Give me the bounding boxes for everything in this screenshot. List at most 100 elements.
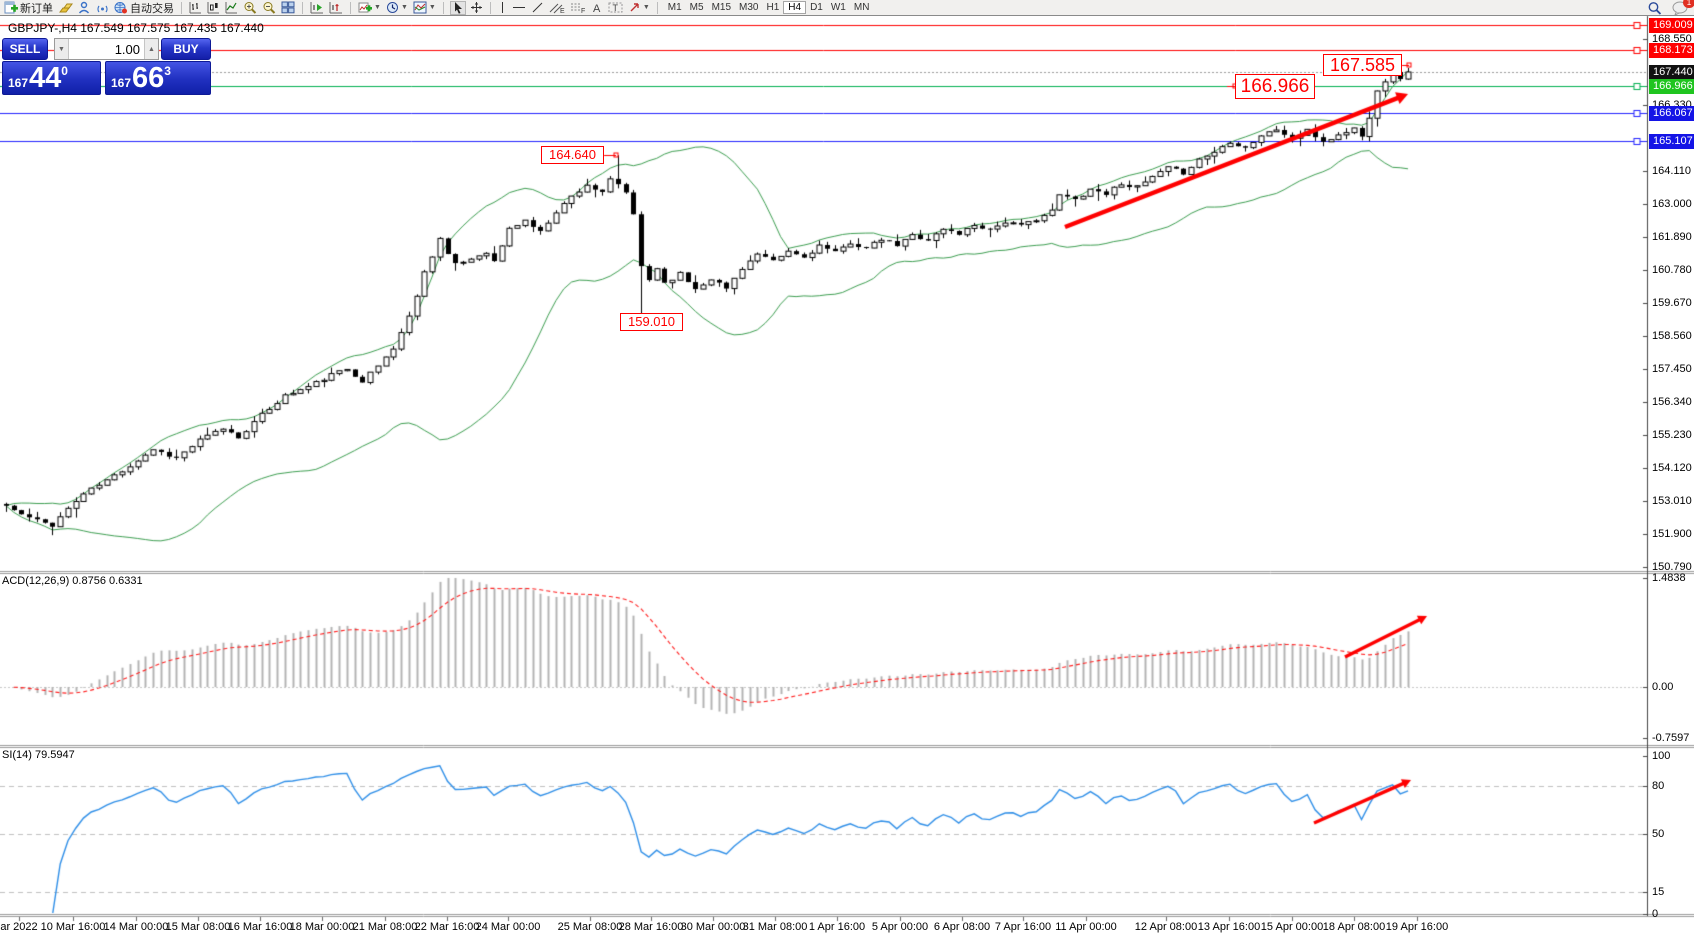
volume-decrease-button[interactable]: ▼ (55, 39, 69, 59)
bar-chart-icon[interactable] (188, 1, 203, 15)
timeframe-m15[interactable]: M15 (708, 2, 735, 13)
time-axis-label: 25 Mar 08:00 (558, 921, 623, 933)
time-axis-label: 21 Mar 08:00 (353, 921, 418, 933)
timeframe-group: M1M5M15M30H1H4D1W1MN (664, 1, 874, 14)
svg-text:E: E (560, 8, 565, 14)
toolbar: 新订单 自动交易 ▼ ▼ ▼ E F A T ▼ M1M5M15M30H1H4D… (0, 0, 1694, 16)
templates-button[interactable]: ▼ (412, 1, 437, 15)
toolbar-separator (490, 2, 491, 14)
vertical-line-icon[interactable] (497, 1, 508, 15)
rsi-level-label: 0 (1652, 908, 1658, 920)
timeframe-h1[interactable]: H1 (762, 2, 783, 13)
price-tick-label: 163.000 (1652, 198, 1692, 210)
annotation-label[interactable]: 159.010 (620, 313, 683, 331)
buy-price-prefix: 167 (111, 76, 131, 90)
svg-text:F: F (581, 8, 585, 14)
rsi-level-label: 50 (1652, 828, 1664, 840)
candlestick-chart-icon[interactable] (206, 1, 221, 15)
price-tick-label: 156.340 (1652, 396, 1692, 408)
time-axis-label: 6 Apr 08:00 (934, 921, 990, 933)
text-label-icon[interactable]: T (607, 1, 624, 15)
macd-scale-label: 0.00 (1652, 681, 1673, 693)
macd-indicator-label: ACD(12,26,9) 0.8756 0.6331 (2, 575, 143, 587)
toolbar-separator (181, 2, 182, 14)
time-axis-label: 18 Apr 08:00 (1323, 921, 1385, 933)
price-tick-label: 158.560 (1652, 330, 1692, 342)
volume-input[interactable] (69, 39, 144, 59)
price-line-label: 169.009 (1649, 18, 1694, 33)
time-axis-label: 7 Apr 16:00 (995, 921, 1051, 933)
autotrading-button[interactable]: 自动交易 (113, 1, 175, 15)
time-axis-label: 28 Mar 16:00 (619, 921, 684, 933)
annotation-label[interactable]: 164.640 (541, 146, 604, 164)
autotrading-globe-icon (114, 1, 128, 14)
zoom-out-icon[interactable] (261, 1, 277, 15)
community-icon[interactable] (77, 1, 92, 15)
time-axis-label: 10 Mar 16:00 (41, 921, 106, 933)
buy-price-big: 66 (132, 63, 164, 94)
annotation-label[interactable]: 166.966 (1235, 74, 1315, 99)
search-icon[interactable] (1646, 1, 1663, 15)
time-axis-label: 16 Mar 16:00 (228, 921, 293, 933)
volume-increase-button[interactable]: ▲ (144, 39, 158, 59)
auto-scroll-icon[interactable] (309, 1, 325, 15)
new-order-button[interactable]: 新订单 (3, 1, 54, 15)
svg-text:A: A (593, 3, 601, 14)
crosshair-icon[interactable] (469, 1, 484, 15)
timeframe-m30[interactable]: M30 (735, 2, 762, 13)
timeframe-d1[interactable]: D1 (806, 2, 827, 13)
annotation-label[interactable]: 167.585 (1323, 54, 1402, 76)
tile-windows-icon[interactable] (280, 1, 296, 15)
price-tick-label: 157.450 (1652, 363, 1692, 375)
zoom-in-icon[interactable] (242, 1, 258, 15)
arrows-button[interactable]: ▼ (627, 1, 651, 15)
buy-price-sup: 3 (164, 64, 171, 78)
periods-button[interactable]: ▼ (385, 1, 409, 15)
dropdown-caret: ▼ (401, 1, 408, 15)
trendline-icon[interactable] (530, 1, 545, 15)
symbol-ohlc-info: GBPJPY-,H4 167.549 167.575 167.435 167.4… (8, 21, 264, 35)
rsi-level-label: 80 (1652, 780, 1664, 792)
time-axis-label: 30 Mar 00:00 (681, 921, 746, 933)
chart-shift-icon[interactable] (328, 1, 344, 15)
sell-button[interactable]: SELL (2, 38, 48, 60)
timeframe-m1[interactable]: M1 (664, 2, 686, 13)
macd-scale-label: -0.7597 (1652, 732, 1689, 744)
price-tick-label: 159.670 (1652, 297, 1692, 309)
horizontal-line-icon[interactable] (511, 1, 527, 15)
new-order-icon (4, 1, 18, 14)
equidistant-channel-icon[interactable]: E (548, 1, 566, 15)
sell-price-panel[interactable]: 167 44 0 (2, 61, 101, 95)
timeframe-mn[interactable]: MN (850, 2, 874, 13)
toolbar-separator (443, 2, 444, 14)
cursor-icon[interactable] (450, 1, 466, 15)
price-tick-label: 153.010 (1652, 495, 1692, 507)
price-line-label: 168.173 (1649, 43, 1694, 58)
time-axis-label: 12 Apr 08:00 (1135, 921, 1197, 933)
time-axis-label: 11 Apr 00:00 (1055, 921, 1117, 933)
chat-button[interactable]: 1 (1671, 1, 1690, 15)
toolbar-separator (302, 2, 303, 14)
line-chart-icon[interactable] (224, 1, 239, 15)
fibonacci-icon[interactable]: F (569, 1, 587, 15)
chart-canvas[interactable] (0, 0, 1694, 937)
timeframe-w1[interactable]: W1 (827, 2, 850, 13)
buy-button[interactable]: BUY (161, 38, 211, 60)
autotrading-label: 自动交易 (130, 0, 174, 16)
price-line-label: 166.966 (1649, 79, 1694, 94)
gold-bars-icon[interactable] (57, 1, 74, 15)
indicators-button[interactable]: ▼ (357, 1, 382, 15)
price-tick-label: 154.120 (1652, 462, 1692, 474)
toolbar-separator (657, 2, 658, 14)
time-axis-label: 5 Apr 00:00 (872, 921, 928, 933)
timeframe-h4[interactable]: H4 (783, 1, 806, 14)
buy-price-panel[interactable]: 167 66 3 (105, 61, 211, 95)
text-icon[interactable]: A (590, 1, 604, 15)
new-order-label: 新订单 (20, 0, 53, 16)
time-axis-label: 15 Mar 08:00 (166, 921, 231, 933)
rsi-level-label: 15 (1652, 886, 1664, 898)
price-tick-label: 151.900 (1652, 528, 1692, 540)
timeframe-m5[interactable]: M5 (686, 2, 708, 13)
price-tick-label: 164.110 (1652, 165, 1691, 177)
signal-icon[interactable] (95, 1, 110, 15)
